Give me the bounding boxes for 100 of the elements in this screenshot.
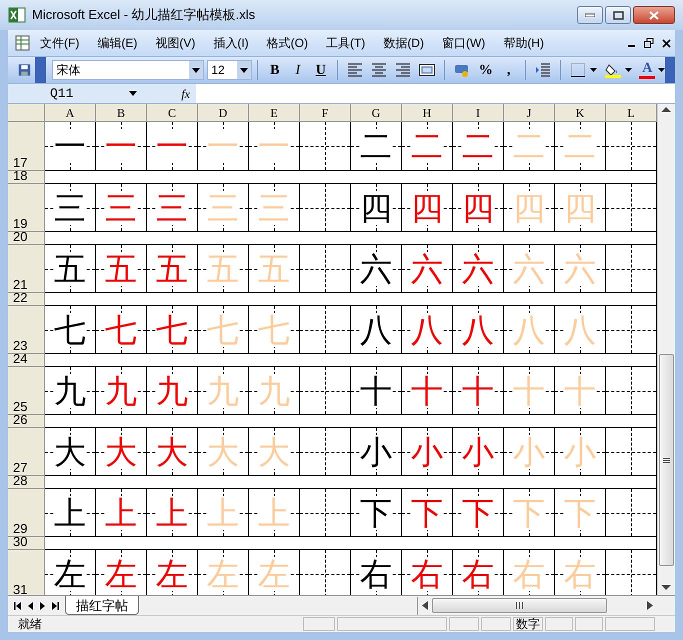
format-button[interactable]: %	[474, 59, 498, 81]
row-header[interactable]: 31	[8, 550, 45, 595]
cell-character: 一	[54, 129, 86, 163]
cell-character: 九	[105, 374, 137, 408]
maximize-icon	[612, 10, 624, 20]
column-header[interactable]: K	[555, 104, 606, 121]
row-header[interactable]: 19	[8, 184, 45, 232]
align-center-icon[interactable]	[371, 62, 388, 78]
scroll-thumb[interactable]	[432, 598, 607, 613]
font-name-field[interactable]: 宋体	[52, 60, 204, 80]
row-header[interactable]: 17	[8, 122, 45, 171]
menu-item[interactable]: 插入(I)	[213, 34, 249, 52]
merge-cells-icon[interactable]	[419, 62, 436, 78]
cell-character: 六	[462, 252, 494, 286]
maximize-button[interactable]	[605, 6, 631, 24]
menu-item[interactable]: 格式(O)	[266, 34, 308, 52]
italic-button[interactable]: I	[286, 59, 310, 81]
cell-character: 五	[207, 252, 239, 286]
column-header[interactable]: B	[96, 104, 147, 121]
close-icon[interactable]	[662, 38, 671, 48]
scroll-right-icon[interactable]	[647, 601, 653, 610]
cell-character: 八	[411, 312, 443, 346]
menu-item[interactable]: 编辑(E)	[97, 34, 138, 52]
underline-button[interactable]: U	[309, 59, 332, 81]
column-header[interactable]: I	[453, 104, 504, 121]
row-header[interactable]: 21	[8, 245, 45, 293]
cell-character: 左	[105, 556, 137, 590]
cell-character: 四	[513, 190, 545, 224]
row-header[interactable]: 29	[8, 489, 45, 537]
row-header[interactable]: 28	[8, 476, 45, 489]
name-box[interactable]: Q11	[8, 84, 138, 103]
close-icon	[649, 10, 659, 20]
column-header[interactable]: J	[504, 104, 555, 121]
insert-function-button[interactable]: fx	[181, 84, 190, 102]
format-button[interactable]: ,	[497, 59, 520, 81]
cell-character: 八	[564, 312, 596, 346]
row-header[interactable]: 30	[8, 537, 45, 550]
vertical-scrollbar[interactable]	[657, 104, 675, 595]
cell-character: 小	[513, 434, 545, 468]
borders-icon[interactable]	[570, 62, 586, 78]
row-header[interactable]: 27	[8, 428, 45, 476]
cell-character: 二	[462, 129, 494, 163]
row-header[interactable]: 24	[8, 354, 45, 367]
row-header[interactable]: 20	[8, 232, 45, 245]
align-right-icon[interactable]	[395, 62, 412, 78]
cell-character: 五	[156, 252, 188, 286]
cell-character: 左	[156, 556, 188, 590]
scroll-thumb[interactable]	[659, 354, 674, 566]
minimize-button[interactable]	[577, 6, 603, 24]
currency-icon[interactable]	[454, 62, 470, 78]
dropdown-arrow-icon[interactable]	[590, 68, 598, 72]
sheet-tab[interactable]: 描红字帖	[65, 596, 139, 614]
menu-item[interactable]: 文件(F)	[40, 34, 80, 52]
row-header[interactable]: 18	[8, 171, 45, 184]
cell-character: 大	[156, 434, 188, 468]
cell-character: 小	[411, 434, 443, 468]
cell-character: 左	[258, 556, 290, 590]
indent-icon[interactable]	[535, 62, 552, 78]
column-header[interactable]: F	[300, 104, 351, 121]
menu-item[interactable]: 视图(V)	[155, 34, 196, 52]
first-sheet-icon[interactable]	[14, 602, 21, 610]
dropdown-arrow-icon[interactable]	[625, 68, 632, 72]
align-left-icon[interactable]	[347, 62, 364, 78]
status-indicator: 数字	[513, 617, 543, 631]
cell-character: 七	[156, 312, 188, 346]
toolbar-options-button[interactable]	[34, 57, 46, 83]
column-header[interactable]: H	[402, 104, 453, 121]
column-header[interactable]: C	[147, 104, 198, 121]
cell-character: 下	[513, 496, 545, 530]
paint-bucket-icon[interactable]	[605, 62, 622, 78]
scroll-down-icon[interactable]	[661, 584, 672, 591]
dropdown-arrow-icon[interactable]	[128, 90, 138, 96]
scroll-up-icon[interactable]	[661, 106, 672, 113]
column-header[interactable]: D	[198, 104, 249, 121]
menu-item[interactable]: 数据(D)	[383, 34, 424, 52]
column-header[interactable]: G	[351, 104, 402, 121]
row-header[interactable]: 22	[8, 293, 45, 306]
next-sheet-icon[interactable]	[40, 602, 45, 610]
font-color-button[interactable]: A	[636, 59, 658, 81]
dropdown-arrow-icon[interactable]	[658, 68, 666, 72]
row-header[interactable]: 25	[8, 367, 45, 415]
column-header[interactable]: E	[249, 104, 300, 121]
previous-sheet-icon[interactable]	[28, 602, 33, 610]
scroll-left-icon[interactable]	[422, 601, 428, 610]
restore-icon[interactable]	[644, 38, 654, 48]
bold-button[interactable]: B	[263, 59, 286, 81]
cell-character: 九	[54, 374, 86, 408]
font-size-field[interactable]: 12	[207, 60, 252, 80]
close-button[interactable]	[633, 6, 675, 24]
menu-item[interactable]: 窗口(W)	[442, 34, 486, 52]
cell-character: 七	[105, 312, 137, 346]
cell-character: 七	[207, 312, 239, 346]
cell-character: 六	[411, 252, 443, 286]
menu-item[interactable]: 帮助(H)	[503, 34, 544, 52]
column-header[interactable]: A	[45, 104, 96, 121]
menu-item[interactable]: 工具(T)	[326, 34, 366, 52]
row-header[interactable]: 23	[8, 306, 45, 354]
last-sheet-icon[interactable]	[52, 602, 59, 610]
row-header[interactable]: 26	[8, 415, 45, 428]
save-icon[interactable]	[18, 62, 31, 78]
